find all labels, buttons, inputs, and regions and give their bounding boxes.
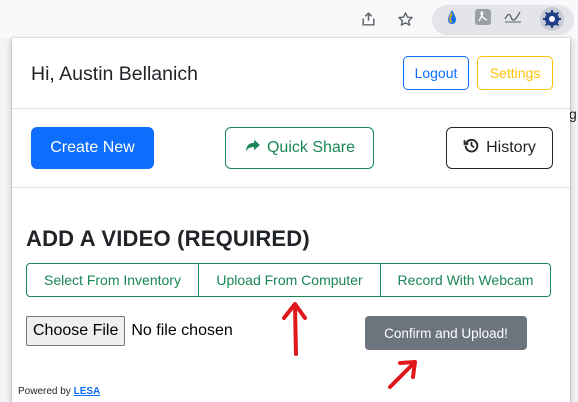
- file-input: Choose File No file chosen: [26, 316, 233, 346]
- logout-button[interactable]: Logout: [403, 56, 469, 90]
- greeting: Hi, Austin Bellanich: [31, 63, 198, 85]
- pdf-extension-icon[interactable]: [475, 9, 491, 25]
- lesa-extension-icon[interactable]: [540, 7, 564, 31]
- background-page-text: g: [569, 106, 577, 122]
- quick-share-button[interactable]: Quick Share: [225, 127, 374, 169]
- select-from-inventory-button[interactable]: Select From Inventory: [26, 263, 199, 297]
- settings-button[interactable]: Settings: [477, 56, 553, 90]
- extension-popup: Hi, Austin Bellanich Logout Settings Cre…: [12, 38, 570, 402]
- share-arrow-icon: [244, 137, 261, 159]
- record-with-webcam-button[interactable]: Record With Webcam: [380, 263, 551, 297]
- file-status: No file chosen: [131, 322, 233, 339]
- share-icon[interactable]: [356, 7, 380, 31]
- quick-share-label: Quick Share: [266, 139, 356, 156]
- video-source-group: Select From Inventory Upload From Comput…: [26, 263, 551, 297]
- browser-toolbar: [0, 0, 578, 38]
- powered-by: Powered by LESA: [18, 386, 100, 397]
- star-icon[interactable]: [393, 7, 417, 31]
- confirm-upload-button[interactable]: Confirm and Upload!: [365, 316, 527, 350]
- create-new-button[interactable]: Create New: [31, 127, 154, 169]
- lesa-link[interactable]: LESA: [74, 386, 101, 397]
- choose-file-button[interactable]: Choose File: [26, 316, 126, 346]
- history-icon: [463, 137, 480, 159]
- history-button[interactable]: History: [446, 127, 553, 169]
- history-label: History: [486, 139, 536, 156]
- upload-from-computer-button[interactable]: Upload From Computer: [198, 263, 381, 297]
- actions-divider: [12, 187, 570, 188]
- section-title: ADD A VIDEO (REQUIRED): [26, 226, 310, 251]
- header-divider: [12, 108, 570, 109]
- droplet-extension-icon[interactable]: [444, 9, 460, 25]
- powered-by-prefix: Powered by: [18, 386, 71, 397]
- signature-extension-icon[interactable]: [503, 9, 521, 25]
